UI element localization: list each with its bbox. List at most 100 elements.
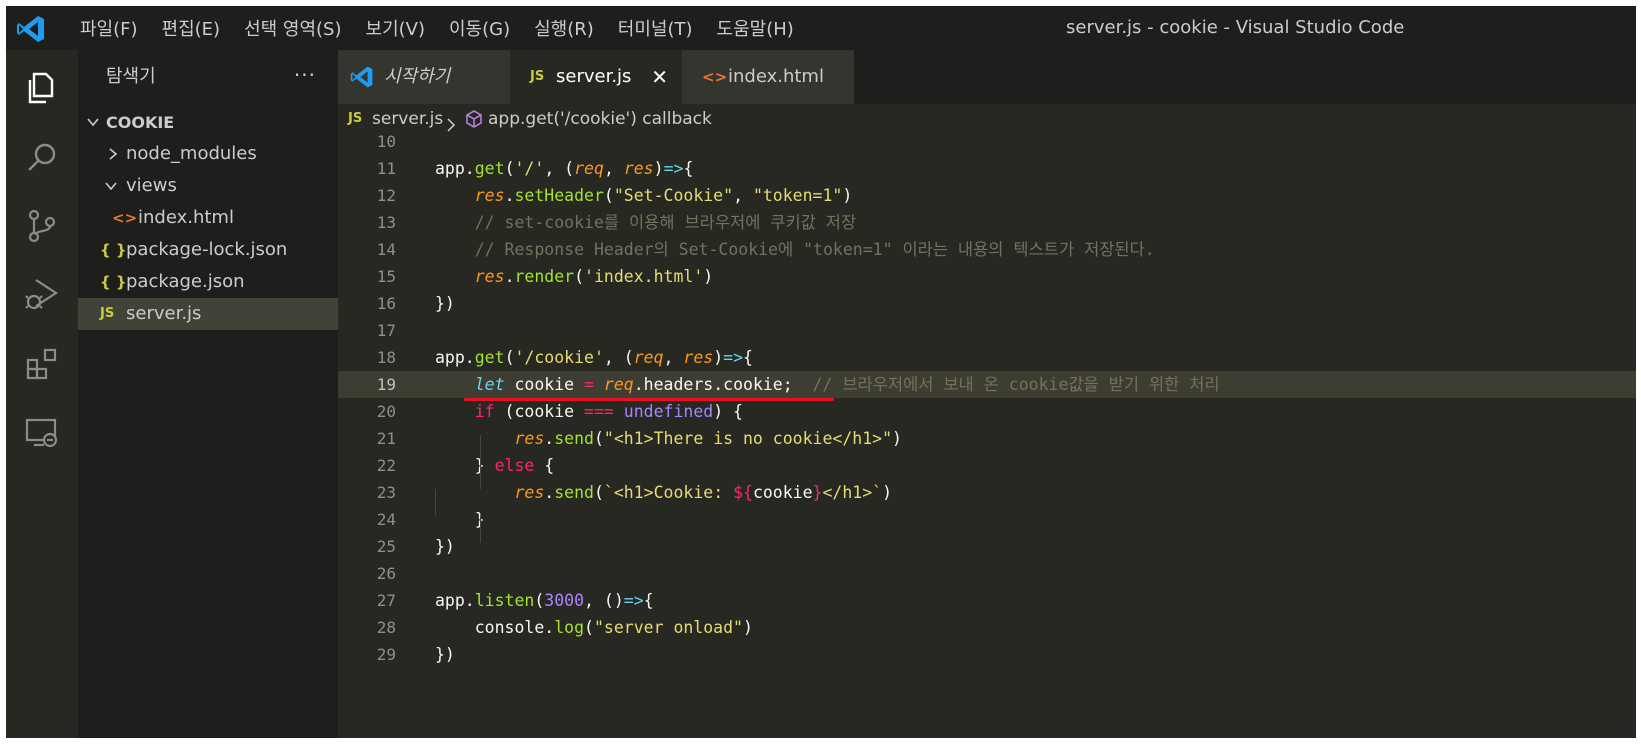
line-number: 11 — [376, 159, 396, 178]
code-line[interactable]: 25}) — [338, 533, 1636, 560]
code-line[interactable]: 27 app.listen(3000, ()=>{ — [338, 587, 1636, 614]
extensions-icon[interactable] — [18, 340, 66, 388]
code-text[interactable]: }) — [435, 290, 455, 317]
tree-item-label: package.json — [126, 271, 245, 292]
menu-bar: 파일(F) 편집(E) 선택 영역(S) 보기(V) 이동(G) 실행(R) 터… — [68, 6, 806, 50]
menu-go[interactable]: 이동(G) — [437, 15, 522, 41]
folder-root-label: COOKIE — [106, 113, 175, 132]
code-line[interactable]: 16}) — [338, 290, 1636, 317]
code-text[interactable]: app.listen(3000, ()=>{ — [435, 587, 654, 614]
code-line[interactable]: 14 // Response Header의 Set-Cookie에 "toke… — [338, 236, 1636, 263]
line-number: 17 — [376, 321, 396, 340]
code-line[interactable]: 19 let cookie = req.headers.cookie; // 브… — [338, 371, 1636, 398]
vscode-logo-icon[interactable] — [16, 14, 46, 44]
code-text[interactable]: }) — [435, 641, 455, 668]
tree-item-index-html[interactable]: <> index.html — [78, 202, 338, 234]
line-number: 18 — [376, 348, 396, 367]
code-text[interactable]: res.render('index.html') — [435, 263, 713, 290]
code-line[interactable]: 11 app.get('/', (req, res)=>{ — [338, 155, 1636, 182]
line-number: 15 — [376, 267, 396, 286]
code-text[interactable]: } else { — [435, 452, 555, 479]
menu-run[interactable]: 실행(R) — [522, 15, 606, 41]
menu-help[interactable]: 도움말(H) — [705, 15, 806, 41]
code-line[interactable]: 28 console.log("server onload") — [338, 614, 1636, 641]
search-icon[interactable] — [18, 134, 66, 182]
window-title: server.js - cookie - Visual Studio Code — [1066, 17, 1405, 38]
tree-item-label: package-lock.json — [126, 239, 288, 260]
tab-index-html[interactable]: <> index.html — [682, 50, 854, 104]
code-text[interactable]: } — [435, 506, 485, 533]
more-actions-icon[interactable]: ··· — [294, 50, 316, 104]
code-text[interactable]: res.setHeader("Set-Cookie", "token=1") — [435, 182, 853, 209]
tree-item-label: node_modules — [126, 143, 257, 164]
tab-label: server.js — [556, 66, 632, 87]
code-editor[interactable]: 10 11 app.get('/', (req, res)=>{12 res.set… — [338, 132, 1636, 738]
line-number: 23 — [376, 483, 396, 502]
line-number: 10 — [376, 132, 396, 151]
code-line[interactable]: 17 — [338, 317, 1636, 344]
explorer-icon[interactable] — [18, 64, 66, 112]
menu-view[interactable]: 보기(V) — [354, 15, 437, 41]
code-line[interactable]: 22 } else { — [338, 452, 1636, 479]
line-number: 29 — [376, 645, 396, 664]
code-text[interactable]: app.get('/cookie', (req, res)=>{ — [435, 344, 753, 371]
code-text[interactable]: app.get('/', (req, res)=>{ — [435, 155, 693, 182]
tab-server-js[interactable]: JS server.js ✕ — [510, 50, 682, 104]
code-line[interactable]: 24 } — [338, 506, 1636, 533]
tree-item-node-modules[interactable]: node_modules — [78, 138, 338, 170]
activity-bar — [6, 50, 78, 738]
menu-terminal[interactable]: 터미널(T) — [606, 15, 705, 41]
code-line[interactable]: 13 // set-cookie를 이용해 브라우저에 쿠키값 저장 — [338, 209, 1636, 236]
code-text[interactable]: res.send(`<h1>Cookie: ${cookie}</h1>`) — [435, 479, 892, 506]
title-bar: 파일(F) 편집(E) 선택 영역(S) 보기(V) 이동(G) 실행(R) 터… — [6, 6, 1636, 50]
tree-item-package-lock-json[interactable]: { } package-lock.json — [78, 234, 338, 266]
code-text[interactable]: }) — [435, 533, 455, 560]
code-text[interactable]: console.log("server onload") — [435, 614, 753, 641]
tree-item-package-json[interactable]: { } package.json — [78, 266, 338, 298]
close-icon[interactable]: ✕ — [651, 50, 668, 104]
tree-item-views[interactable]: views — [78, 170, 338, 202]
folder-root[interactable]: COOKIE — [78, 108, 174, 138]
code-text[interactable]: let cookie = req.headers.cookie; // 브라우저… — [435, 371, 1220, 398]
source-control-icon[interactable] — [18, 202, 66, 250]
tree-item-label: server.js — [126, 303, 202, 324]
indent-guide — [480, 435, 481, 489]
code-line[interactable]: 21 res.send("<h1>There is no cookie</h1>… — [338, 425, 1636, 452]
code-line[interactable]: 23 res.send(`<h1>Cookie: ${cookie}</h1>`… — [338, 479, 1636, 506]
explorer-title: 탐색기 — [106, 66, 156, 87]
code-line[interactable]: 10 — [338, 128, 1636, 155]
annotation-underline — [464, 398, 834, 401]
code-line[interactable]: 12 res.setHeader("Set-Cookie", "token=1"… — [338, 182, 1636, 209]
code-line[interactable]: 18 app.get('/cookie', (req, res)=>{ — [338, 344, 1636, 371]
tree-item-server-js[interactable]: JS server.js — [78, 298, 338, 330]
html-file-icon: <> — [702, 68, 728, 86]
code-text[interactable]: if (cookie === undefined) { — [435, 398, 743, 425]
code-line[interactable]: 26 — [338, 560, 1636, 587]
code-text[interactable]: res.send("<h1>There is no cookie</h1>") — [435, 425, 901, 452]
code-text[interactable]: // Response Header의 Set-Cookie에 "token=1… — [435, 236, 1155, 263]
run-debug-icon[interactable] — [18, 270, 66, 318]
line-number: 28 — [376, 618, 396, 637]
tab-label: index.html — [728, 66, 824, 87]
line-number: 21 — [376, 429, 396, 448]
line-number: 16 — [376, 294, 396, 313]
menu-file[interactable]: 파일(F) — [68, 15, 150, 41]
code-line[interactable]: 15 res.render('index.html') — [338, 263, 1636, 290]
tab-welcome[interactable]: 시작하기 — [338, 50, 510, 104]
code-line[interactable]: 20 if (cookie === undefined) { — [338, 398, 1636, 425]
json-file-icon: { } — [100, 241, 127, 259]
remote-explorer-icon[interactable] — [18, 408, 66, 456]
code-text[interactable]: // set-cookie를 이용해 브라우저에 쿠키값 저장 — [435, 209, 856, 236]
js-file-icon: JS — [100, 306, 115, 321]
line-number: 20 — [376, 402, 396, 421]
menu-selection[interactable]: 선택 영역(S) — [232, 15, 353, 41]
menu-edit[interactable]: 편집(E) — [150, 15, 233, 41]
line-number: 13 — [376, 213, 396, 232]
explorer-sidebar: 탐색기 ··· COOKIE node_modules views <> ind… — [78, 50, 338, 738]
indent-guide — [480, 516, 481, 543]
line-number: 24 — [376, 510, 396, 529]
js-file-icon: JS — [530, 69, 545, 84]
code-line[interactable]: 29}) — [338, 641, 1636, 668]
line-number: 19 — [376, 375, 396, 394]
vscode-window: 파일(F) 편집(E) 선택 영역(S) 보기(V) 이동(G) 실행(R) 터… — [6, 6, 1636, 738]
